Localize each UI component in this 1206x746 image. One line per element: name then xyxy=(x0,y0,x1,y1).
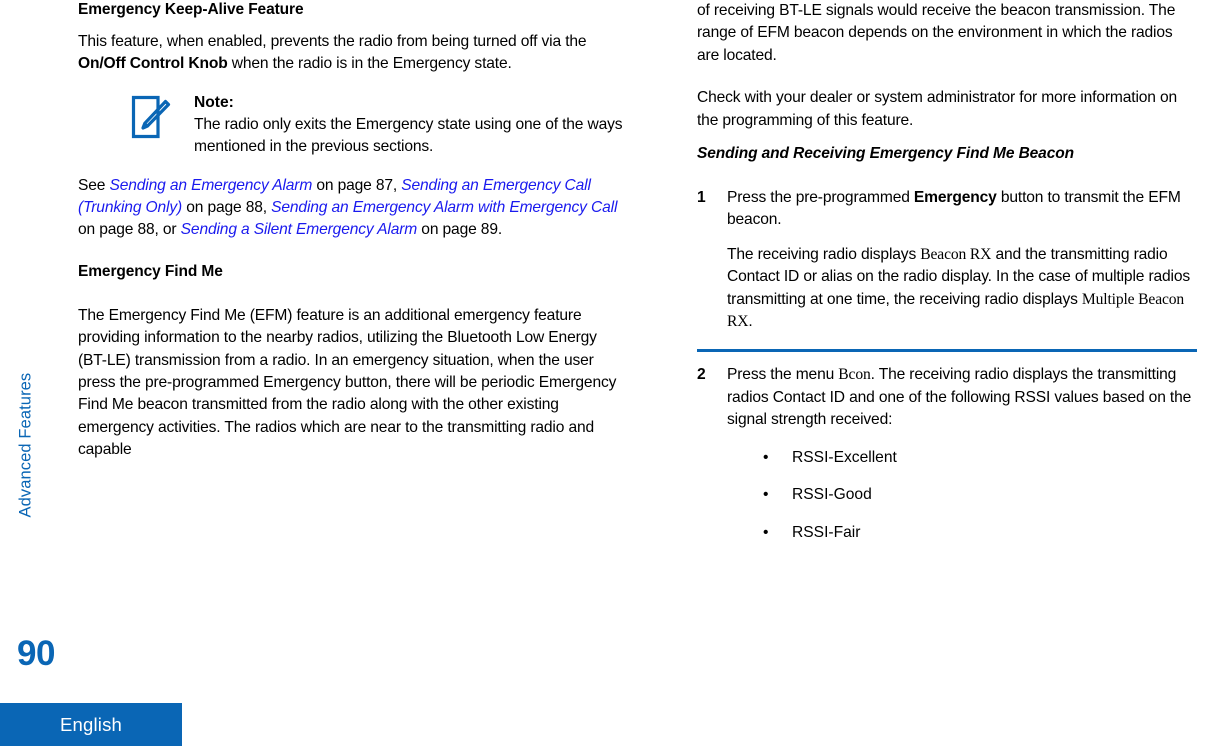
see-also-tail: on page 89. xyxy=(417,221,503,239)
on-off-control-knob-bold: On/Off Control Knob xyxy=(78,55,228,73)
right-column: of receiving BT-LE signals would receive… xyxy=(697,0,1197,544)
paragraph-check-with-dealer: Check with your dealer or system adminis… xyxy=(697,89,1178,129)
note-pencil-icon xyxy=(131,95,171,139)
link-sending-an-emergency-alarm[interactable]: Sending an Emergency Alarm xyxy=(109,177,312,194)
heading-emergency-keep-alive-feature: Emergency Keep-Alive Feature xyxy=(78,1,304,18)
rssi-value-label: RSSI-Good xyxy=(792,486,872,504)
sidebar: Advanced Features 90 English xyxy=(0,0,182,746)
note-body: The radio only exits the Emergency state… xyxy=(194,115,623,156)
chapter-tab-label: Advanced Features xyxy=(16,372,35,518)
language-tab[interactable]: English xyxy=(0,703,182,746)
paragraph-keep-alive-part2: when the radio is in the Emergency state… xyxy=(227,55,512,73)
see-also-paragraph: See Sending an Emergency Alarm on page 8… xyxy=(78,175,626,242)
paragraph-keep-alive-part1: This feature, when enabled, prevents the… xyxy=(78,33,587,50)
paragraph-keep-alive: This feature, when enabled, prevents the… xyxy=(78,31,626,76)
rssi-value-label: RSSI-Fair xyxy=(792,523,861,541)
see-also-lead: See xyxy=(78,176,110,194)
bullet-dot-icon: • xyxy=(763,486,769,504)
see-also-mid2: on page 88, xyxy=(182,199,272,217)
list-item: • RSSI-Excellent xyxy=(727,447,1197,469)
step-1-text: Press the pre-programmed Emergency butto… xyxy=(727,187,1197,232)
bullet-dot-icon: • xyxy=(763,523,769,541)
heading-emergency-find-me: Emergency Find Me xyxy=(78,262,223,280)
ui-text-beacon-rx: Beacon RX xyxy=(920,245,992,263)
page-number: 90 xyxy=(17,634,55,673)
list-item: • RSSI-Good xyxy=(727,484,1197,506)
list-item: • RSSI-Fair xyxy=(727,522,1197,544)
step-2-text-part1: Press the menu xyxy=(727,366,839,384)
rssi-value-label: RSSI-Excellent xyxy=(792,448,897,466)
step-1: 1 Press the pre-programmed Emergency but… xyxy=(697,187,1197,333)
left-column: Emergency Keep-Alive Feature This featur… xyxy=(78,0,626,462)
ui-text-bcon: Bcon xyxy=(838,366,871,384)
see-also-mid3: on page 88, or xyxy=(78,221,181,239)
step-1-followup-part3: . xyxy=(748,313,753,331)
link-sending-a-silent-emergency-alarm[interactable]: Sending a Silent Emergency Alarm xyxy=(181,221,418,238)
bullet-dot-icon: • xyxy=(763,448,769,466)
step-2-number: 2 xyxy=(697,366,706,384)
rssi-values-list: • RSSI-Excellent • RSSI-Good • RSSI-Fair xyxy=(727,447,1197,544)
emergency-button-bold: Emergency xyxy=(913,189,997,207)
step-1-text-part1: Press the pre-programmed xyxy=(727,189,914,207)
step-2: 2 Press the menu Bcon. The receiving rad… xyxy=(697,364,1197,543)
step-1-followup: The receiving radio displays Beacon RX a… xyxy=(727,244,1197,334)
paragraph-continued: of receiving BT-LE signals would receive… xyxy=(697,2,1176,64)
link-sending-an-emergency-alarm-with-emergency-call[interactable]: Sending an Emergency Alarm with Emergenc… xyxy=(271,199,617,216)
see-also-mid1: on page 87, xyxy=(312,176,402,194)
note-block: Note: The radio only exits the Emergency… xyxy=(128,92,626,159)
step-1-number: 1 xyxy=(697,189,706,207)
paragraph-emergency-find-me: The Emergency Find Me (EFM) feature is a… xyxy=(78,306,617,459)
note-title: Note: xyxy=(194,93,234,111)
language-tab-label: English xyxy=(59,714,123,735)
subheading-sending-and-receiving-efm-beacon: Sending and Receiving Emergency Find Me … xyxy=(697,145,1074,163)
manual-page: Advanced Features 90 English Emergency K… xyxy=(0,0,1206,746)
step-1-followup-part1: The receiving radio displays xyxy=(727,245,921,263)
step-2-text: Press the menu Bcon. The receiving radio… xyxy=(727,364,1197,431)
